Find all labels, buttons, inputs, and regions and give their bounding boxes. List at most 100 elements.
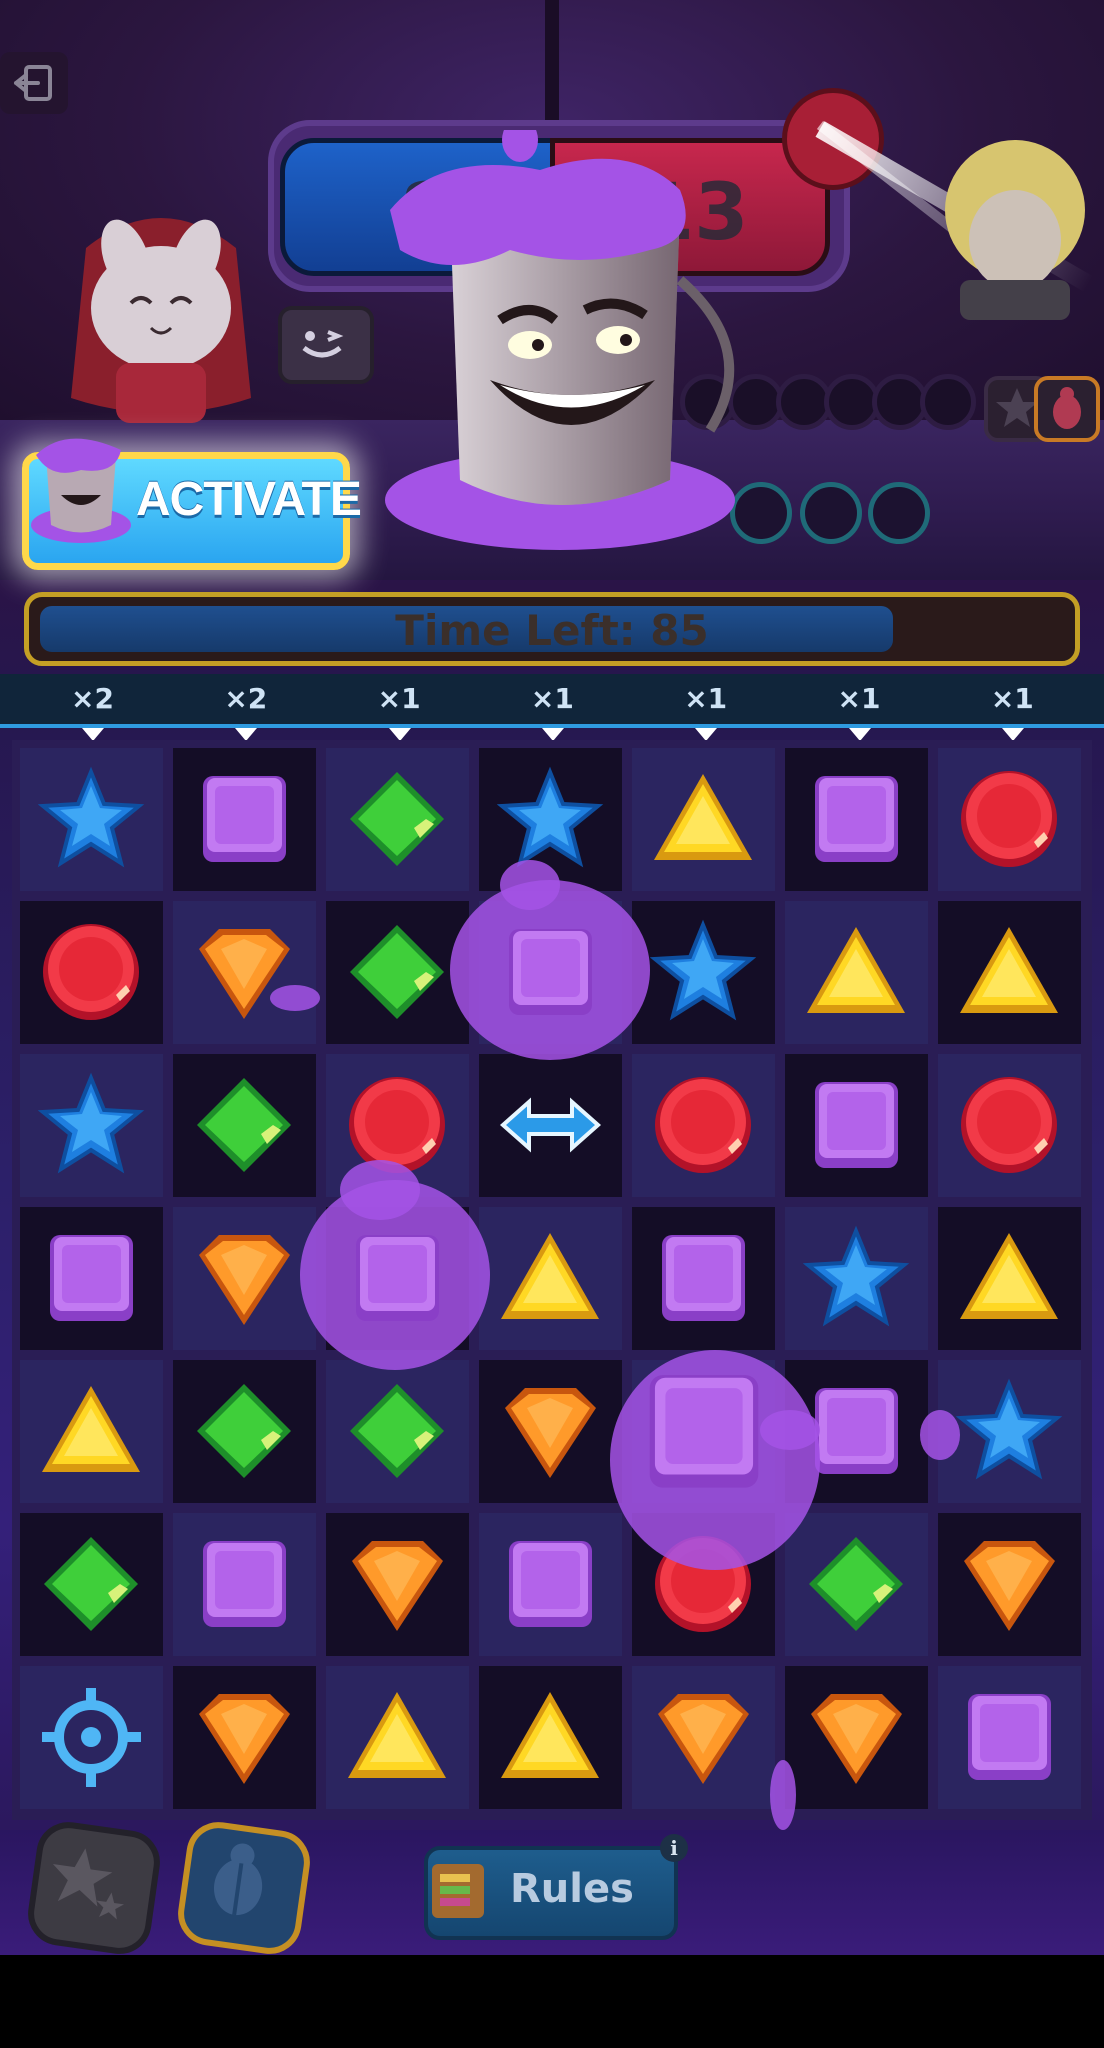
board-cell-r3-c4[interactable] (479, 1054, 622, 1197)
board-cell-r5-c3[interactable] (326, 1360, 469, 1503)
green-diamond-gem-icon (191, 1072, 298, 1179)
board-cell-r2-c1[interactable] (20, 901, 163, 1044)
board-cell-r7-c3[interactable] (326, 1666, 469, 1809)
progress-dot (868, 482, 930, 544)
emote-chat-button[interactable] (278, 306, 374, 384)
purple-square-gem-icon (634, 1362, 774, 1502)
board-cell-r1-c1[interactable] (20, 748, 163, 891)
info-icon[interactable]: i (660, 1834, 688, 1862)
board-cell-r4-c4[interactable] (479, 1207, 622, 1350)
orange-gem-gem-icon (344, 1531, 451, 1638)
column-multiplier-7: ×1 (990, 682, 1034, 715)
purple-square-gem-icon (191, 766, 298, 873)
purple-square-gem-icon (803, 1072, 910, 1179)
board-cell-r2-c3[interactable] (326, 901, 469, 1044)
board-cell-r4-c6[interactable] (785, 1207, 928, 1350)
board-cell-r1-c3[interactable] (326, 748, 469, 891)
board-cell-r3-c1[interactable] (20, 1054, 163, 1197)
board-cell-r4-c1[interactable] (20, 1207, 163, 1350)
progress-dot (920, 374, 976, 430)
column-multiplier-4: ×1 (530, 682, 574, 715)
green-diamond-gem-icon (344, 1378, 451, 1485)
blue-target-gem-icon (38, 1684, 145, 1791)
board-cell-r7-c4[interactable] (479, 1666, 622, 1809)
smiley-chat-icon (302, 330, 344, 358)
yellow-triangle-gem-icon (497, 1225, 604, 1332)
board-cell-r6-c4[interactable] (479, 1513, 622, 1656)
progress-dot (800, 482, 862, 544)
board-cell-r1-c6[interactable] (785, 748, 928, 891)
board-cell-r5-c2[interactable] (173, 1360, 316, 1503)
yellow-triangle-gem-icon (803, 919, 910, 1026)
opponent-blonde-avatar (945, 140, 1085, 320)
purple-square-gem-icon (38, 1225, 145, 1332)
orange-gem-gem-icon (497, 1378, 604, 1485)
board-cell-r7-c1[interactable] (20, 1666, 163, 1809)
board-cell-r6-c2[interactable] (173, 1513, 316, 1656)
paint-splat (770, 1760, 796, 1830)
paint-splat (920, 1410, 960, 1460)
paint-splat (340, 1160, 420, 1220)
board-cell-r6-c7[interactable] (938, 1513, 1081, 1656)
orange-gem-gem-icon (803, 1684, 910, 1791)
blue-star-gem-icon (37, 766, 145, 873)
board-cell-r4-c5[interactable] (632, 1207, 775, 1350)
yellow-triangle-gem-icon (956, 1225, 1063, 1332)
yellow-triangle-gem-icon (344, 1684, 451, 1791)
paint-splat (500, 860, 560, 910)
orange-gem-gem-icon (191, 919, 298, 1026)
board-cell-r4-c7[interactable] (938, 1207, 1081, 1350)
board-cell-r2-c2[interactable] (173, 901, 316, 1044)
paint-bucket-icon (31, 438, 131, 543)
stars-icon (52, 1848, 125, 1920)
orange-gem-gem-icon (191, 1225, 298, 1332)
board-cell-r3-c7[interactable] (938, 1054, 1081, 1197)
board-cell-r3-c6[interactable] (785, 1054, 928, 1197)
board-cell-r6-c6[interactable] (785, 1513, 928, 1656)
board-cell-r7-c5[interactable] (632, 1666, 775, 1809)
board-cell-r1-c7[interactable] (938, 748, 1081, 891)
purple-square-gem-icon (650, 1225, 757, 1332)
time-left-label: Time Left: 85 (395, 606, 709, 655)
paint-bucket-mascot (385, 130, 735, 550)
star-powerup-button[interactable] (23, 1817, 165, 1955)
red-circle-gem-icon (38, 919, 145, 1026)
rules-label: Rules (510, 1866, 634, 1912)
board-cell-r1-c5[interactable] (632, 748, 775, 891)
red-circle-gem-icon (956, 1072, 1063, 1179)
board-cell-r7-c7[interactable] (938, 1666, 1081, 1809)
board-cell-r4-c2[interactable] (173, 1207, 316, 1350)
board-cell-r1-c2[interactable] (173, 748, 316, 891)
board-cell-r7-c6[interactable] (785, 1666, 928, 1809)
board-cell-r3-c2[interactable] (173, 1054, 316, 1197)
green-diamond-gem-icon (344, 919, 451, 1026)
board-cell-r2-c5[interactable] (632, 901, 775, 1044)
scarab-icon (213, 1843, 263, 1916)
scarab-powerup-button[interactable] (173, 1817, 315, 1955)
yellow-triangle-gem-icon (650, 766, 757, 873)
green-diamond-gem-icon (191, 1378, 298, 1485)
bottom-letterbox (0, 1955, 1104, 2048)
board-cell-r7-c2[interactable] (173, 1666, 316, 1809)
board-cell-r6-c3[interactable] (326, 1513, 469, 1656)
purple-square-gem-icon (803, 766, 910, 873)
exit-icon (14, 65, 52, 101)
board-cell-r3-c5[interactable] (632, 1054, 775, 1197)
exit-button[interactable] (0, 52, 68, 114)
board-cell-r5-c4[interactable] (479, 1360, 622, 1503)
board-cell-r2-c6[interactable] (785, 901, 928, 1044)
blue-star-gem-icon (649, 919, 757, 1026)
purple-square-gem-icon (497, 1531, 604, 1638)
column-multiplier-2: ×2 (224, 682, 268, 715)
column-multiplier-5: ×1 (684, 682, 728, 715)
green-diamond-gem-icon (803, 1531, 910, 1638)
blue-arrows-gem-icon (497, 1072, 604, 1179)
blue-star-gem-icon (496, 766, 604, 873)
board-cell-r6-c1[interactable] (20, 1513, 163, 1656)
purple-square-gem-icon (344, 1225, 451, 1332)
board-cell-r2-c7[interactable] (938, 901, 1081, 1044)
board-cell-r5-c1[interactable] (20, 1360, 163, 1503)
green-diamond-gem-icon (38, 1531, 145, 1638)
red-circle-gem-icon (956, 766, 1063, 873)
column-multiplier-6: ×1 (837, 682, 881, 715)
